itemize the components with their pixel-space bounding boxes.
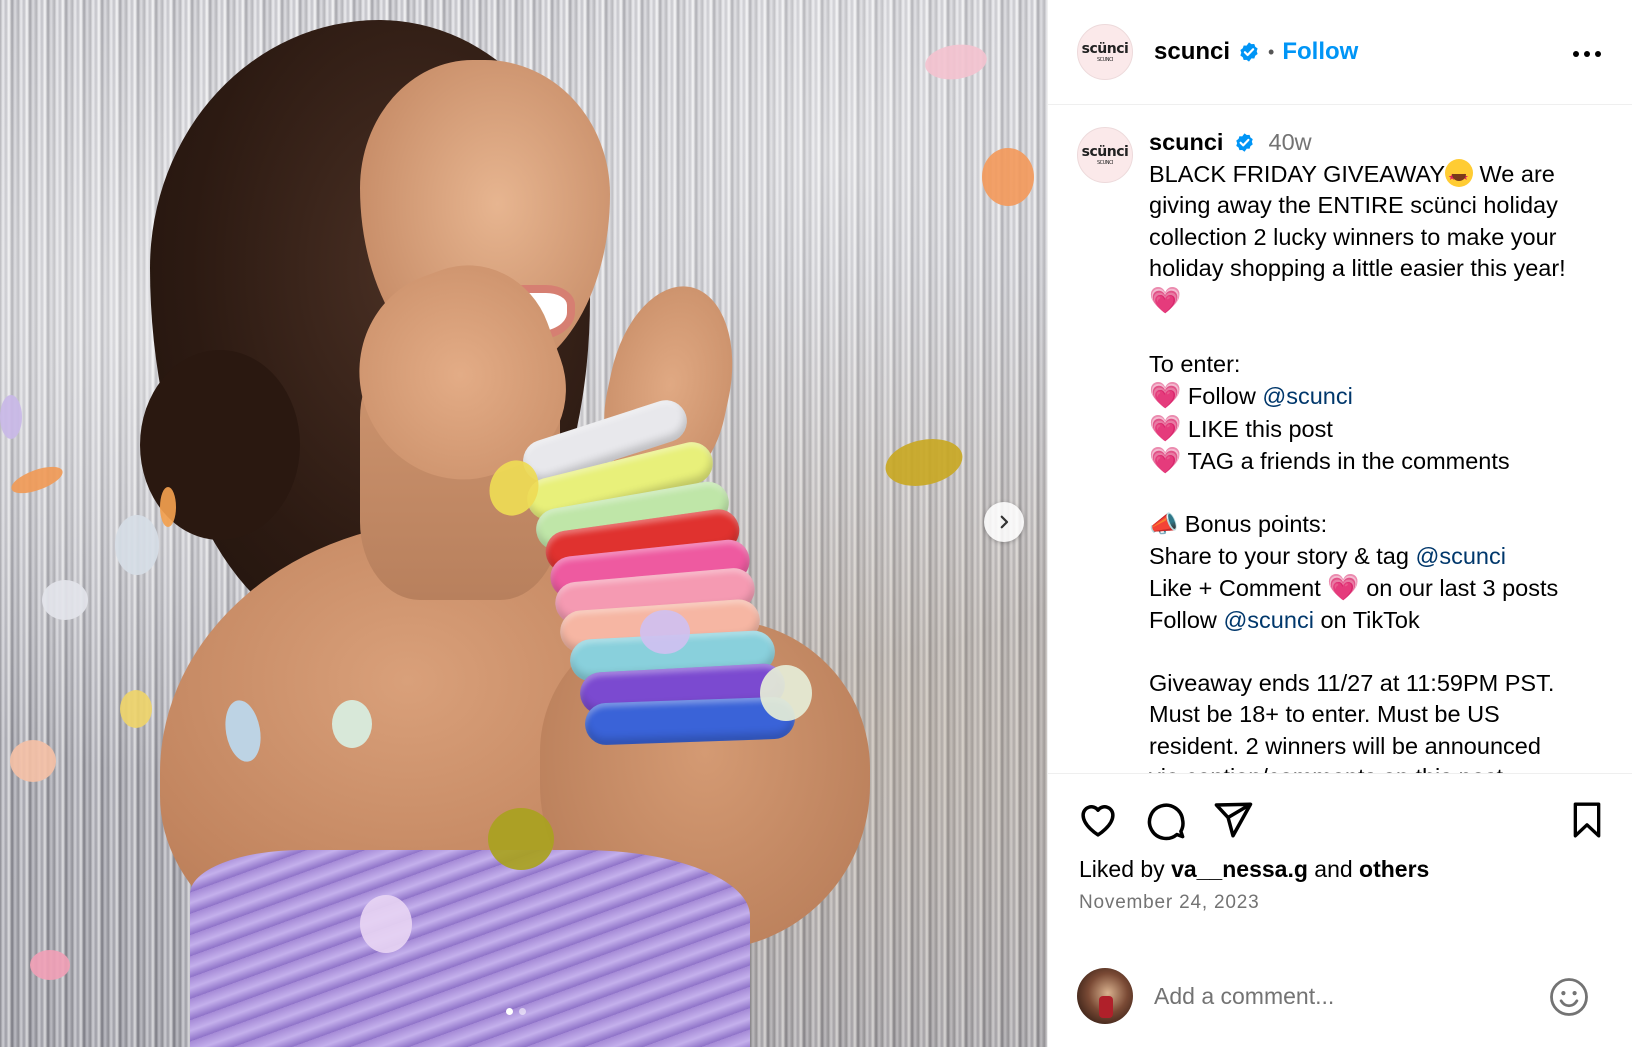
confetti	[640, 610, 690, 654]
caption-line: To enter:	[1149, 350, 1241, 377]
avatar-logo-subtext: SCUNCI	[1096, 57, 1114, 63]
confetti	[760, 665, 812, 721]
post-time[interactable]: 40w	[1269, 129, 1312, 155]
caption-line: giving away the ENTIRE scünci holiday	[1149, 192, 1558, 218]
caption-avatar[interactable]: scünci SCUNCI	[1077, 127, 1133, 183]
confetti	[120, 690, 152, 728]
comment-bar	[1048, 954, 1632, 1047]
mention-link[interactable]: @scunci	[1223, 607, 1313, 633]
liked-by-and: and	[1314, 856, 1353, 882]
caption-line: Giveaway ends 11/27 at 11:59PM PST.	[1149, 669, 1555, 696]
carousel-dots	[506, 1008, 526, 1015]
chevron-right-icon	[1000, 515, 1009, 529]
confetti	[115, 515, 159, 575]
header-user-row: scunci • Follow	[1154, 38, 1358, 66]
likes-others-link[interactable]: others	[1359, 856, 1429, 882]
model-dress	[190, 850, 750, 1047]
confetti	[42, 580, 88, 620]
verified-badge-icon	[1234, 132, 1256, 154]
header-username[interactable]: scunci	[1154, 38, 1230, 66]
like-button[interactable]	[1076, 798, 1120, 842]
caption-line: holiday shopping a little easier this ye…	[1149, 255, 1566, 281]
confetti	[0, 395, 22, 439]
confetti	[488, 808, 554, 870]
avatar[interactable]: scünci SCUNCI	[1077, 24, 1133, 80]
liked-by-text: Liked by va__nessa.g and others	[1079, 856, 1429, 883]
caption-line: on our last 3 posts	[1366, 575, 1559, 601]
avatar-logo-text: scünci	[1081, 144, 1129, 160]
header-separator: •	[1268, 41, 1275, 62]
caption-line: resident. 2 winners will be announced	[1149, 732, 1541, 759]
current-user-avatar[interactable]	[1077, 968, 1133, 1024]
caption-line: Share to your story & tag	[1149, 542, 1409, 569]
post-side-panel: scünci SCUNCI scunci • Follow scünci SCU…	[1047, 0, 1632, 1047]
carousel-next-button[interactable]	[984, 502, 1024, 542]
caption-author[interactable]: scunci	[1149, 129, 1223, 155]
avatar-logo-subtext: SCUNCI	[1096, 160, 1114, 166]
pink-heart-emoji-icon: 💗	[1149, 284, 1182, 315]
verified-badge-icon	[1238, 41, 1260, 63]
mention-link[interactable]: @scunci	[1415, 543, 1505, 569]
confetti	[10, 740, 56, 782]
post-actions: Liked by va__nessa.g and others November…	[1048, 773, 1632, 1047]
liked-by-prefix: Liked by	[1079, 856, 1165, 882]
confetti	[30, 950, 70, 980]
heart-icon	[1081, 805, 1115, 837]
more-options-button[interactable]	[1571, 38, 1603, 70]
comment-input[interactable]	[1154, 976, 1514, 1016]
caption-line: BLACK FRIDAY GIVEAWAY	[1149, 160, 1445, 187]
caption-scroll-area[interactable]: scünci SCUNCI scunci 40w BLACK FRIDAY GI…	[1048, 105, 1632, 773]
follow-button[interactable]: Follow	[1282, 38, 1358, 66]
more-horizontal-icon	[1573, 51, 1601, 57]
comment-bubble-icon	[1147, 803, 1185, 841]
caption-line: Like + Comment	[1149, 575, 1321, 601]
confetti	[332, 700, 372, 748]
post-photo[interactable]	[0, 0, 1047, 1047]
caption-line: We are	[1479, 160, 1555, 187]
caption-line: LIKE this post	[1187, 415, 1333, 442]
caption-line: via caption/comments on this post.	[1149, 762, 1609, 773]
pink-heart-emoji-icon: 💗	[1149, 445, 1182, 475]
avatar-logo-text: scünci	[1081, 41, 1129, 57]
caption-line: Bonus points:	[1184, 511, 1328, 537]
emoji-picker-button[interactable]	[1548, 976, 1590, 1018]
confetti	[982, 148, 1034, 206]
megaphone-emoji-icon: 📣	[1149, 511, 1179, 537]
caption-line: Must be 18+ to enter. Must be US	[1149, 701, 1500, 727]
caption-line: on TikTok	[1320, 606, 1420, 633]
carousel-dot	[506, 1008, 513, 1015]
caption-line: TAG a friends in the comments	[1187, 448, 1510, 474]
confetti	[360, 895, 412, 953]
paper-plane-icon	[1214, 802, 1253, 838]
carousel-dot	[519, 1008, 526, 1015]
bookmark-icon	[1573, 802, 1601, 838]
comment-button[interactable]	[1144, 798, 1188, 842]
post-date[interactable]: November 24, 2023	[1079, 892, 1259, 914]
post-caption: scunci 40w BLACK FRIDAY GIVEAWAY We are …	[1149, 127, 1609, 773]
share-button[interactable]	[1211, 798, 1255, 842]
caption-line: Follow	[1149, 606, 1217, 633]
pink-heart-emoji-icon: 💗	[1149, 412, 1182, 443]
mention-link[interactable]: @scunci	[1262, 383, 1352, 409]
smiley-icon	[1550, 978, 1588, 1016]
star-struck-emoji-icon	[1445, 158, 1473, 193]
post-header: scünci SCUNCI scunci • Follow	[1048, 0, 1632, 105]
save-button[interactable]	[1565, 798, 1609, 842]
confetti	[160, 487, 176, 527]
liked-by-user-link[interactable]: va__nessa.g	[1171, 856, 1308, 882]
caption-line: collection 2 lucky winners to make your	[1149, 223, 1557, 250]
caption-line: Follow	[1187, 383, 1256, 409]
pink-heart-emoji-icon: 💗	[1149, 380, 1182, 410]
pink-heart-emoji-icon: 💗	[1327, 572, 1360, 602]
